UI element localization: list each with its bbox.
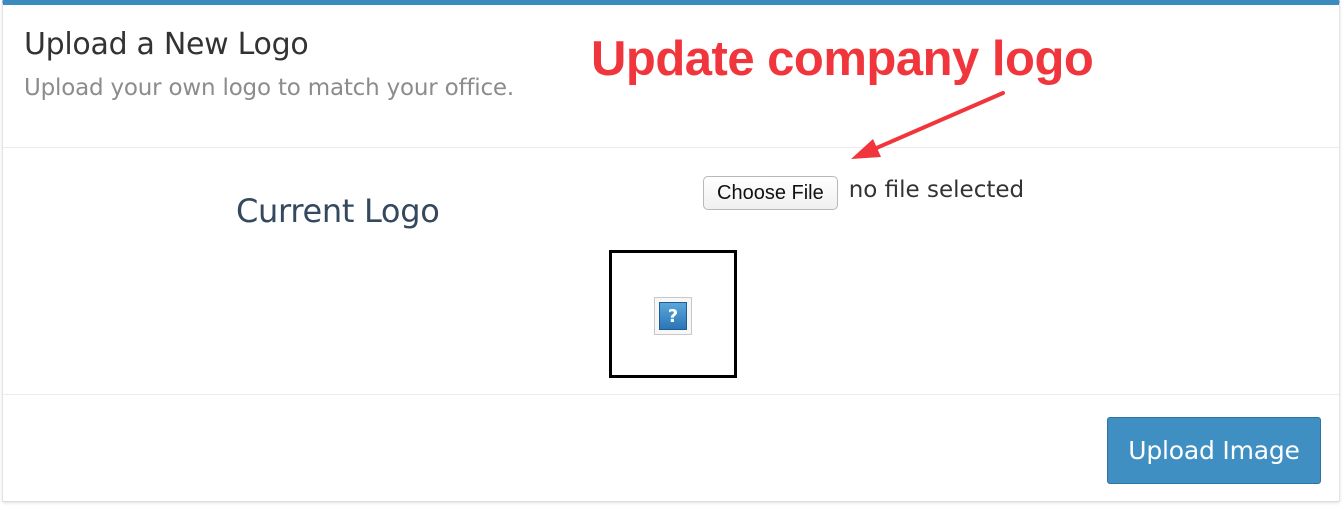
panel-footer: Upload Image (3, 395, 1339, 502)
panel-subtitle: Upload your own logo to match your offic… (24, 75, 514, 101)
file-input[interactable]: Choose File no file selected (703, 176, 1024, 210)
choose-file-button[interactable]: Choose File (703, 176, 838, 210)
current-logo-label: Current Logo (236, 192, 440, 230)
placeholder-glyph: ? (659, 302, 687, 330)
annotation-arrow-icon (851, 91, 1005, 159)
panel-title: Upload a New Logo (24, 27, 309, 62)
upload-logo-panel: Upload a New Logo Upload your own logo t… (2, 0, 1340, 502)
upload-image-button[interactable]: Upload Image (1107, 417, 1321, 484)
annotation-text: Update company logo (591, 32, 1094, 86)
panel-body: Current Logo Choose File no file selecte… (3, 148, 1339, 395)
broken-image-icon: ? (654, 297, 692, 335)
file-status: no file selected (848, 177, 1025, 203)
current-logo-preview: ? (609, 250, 737, 378)
